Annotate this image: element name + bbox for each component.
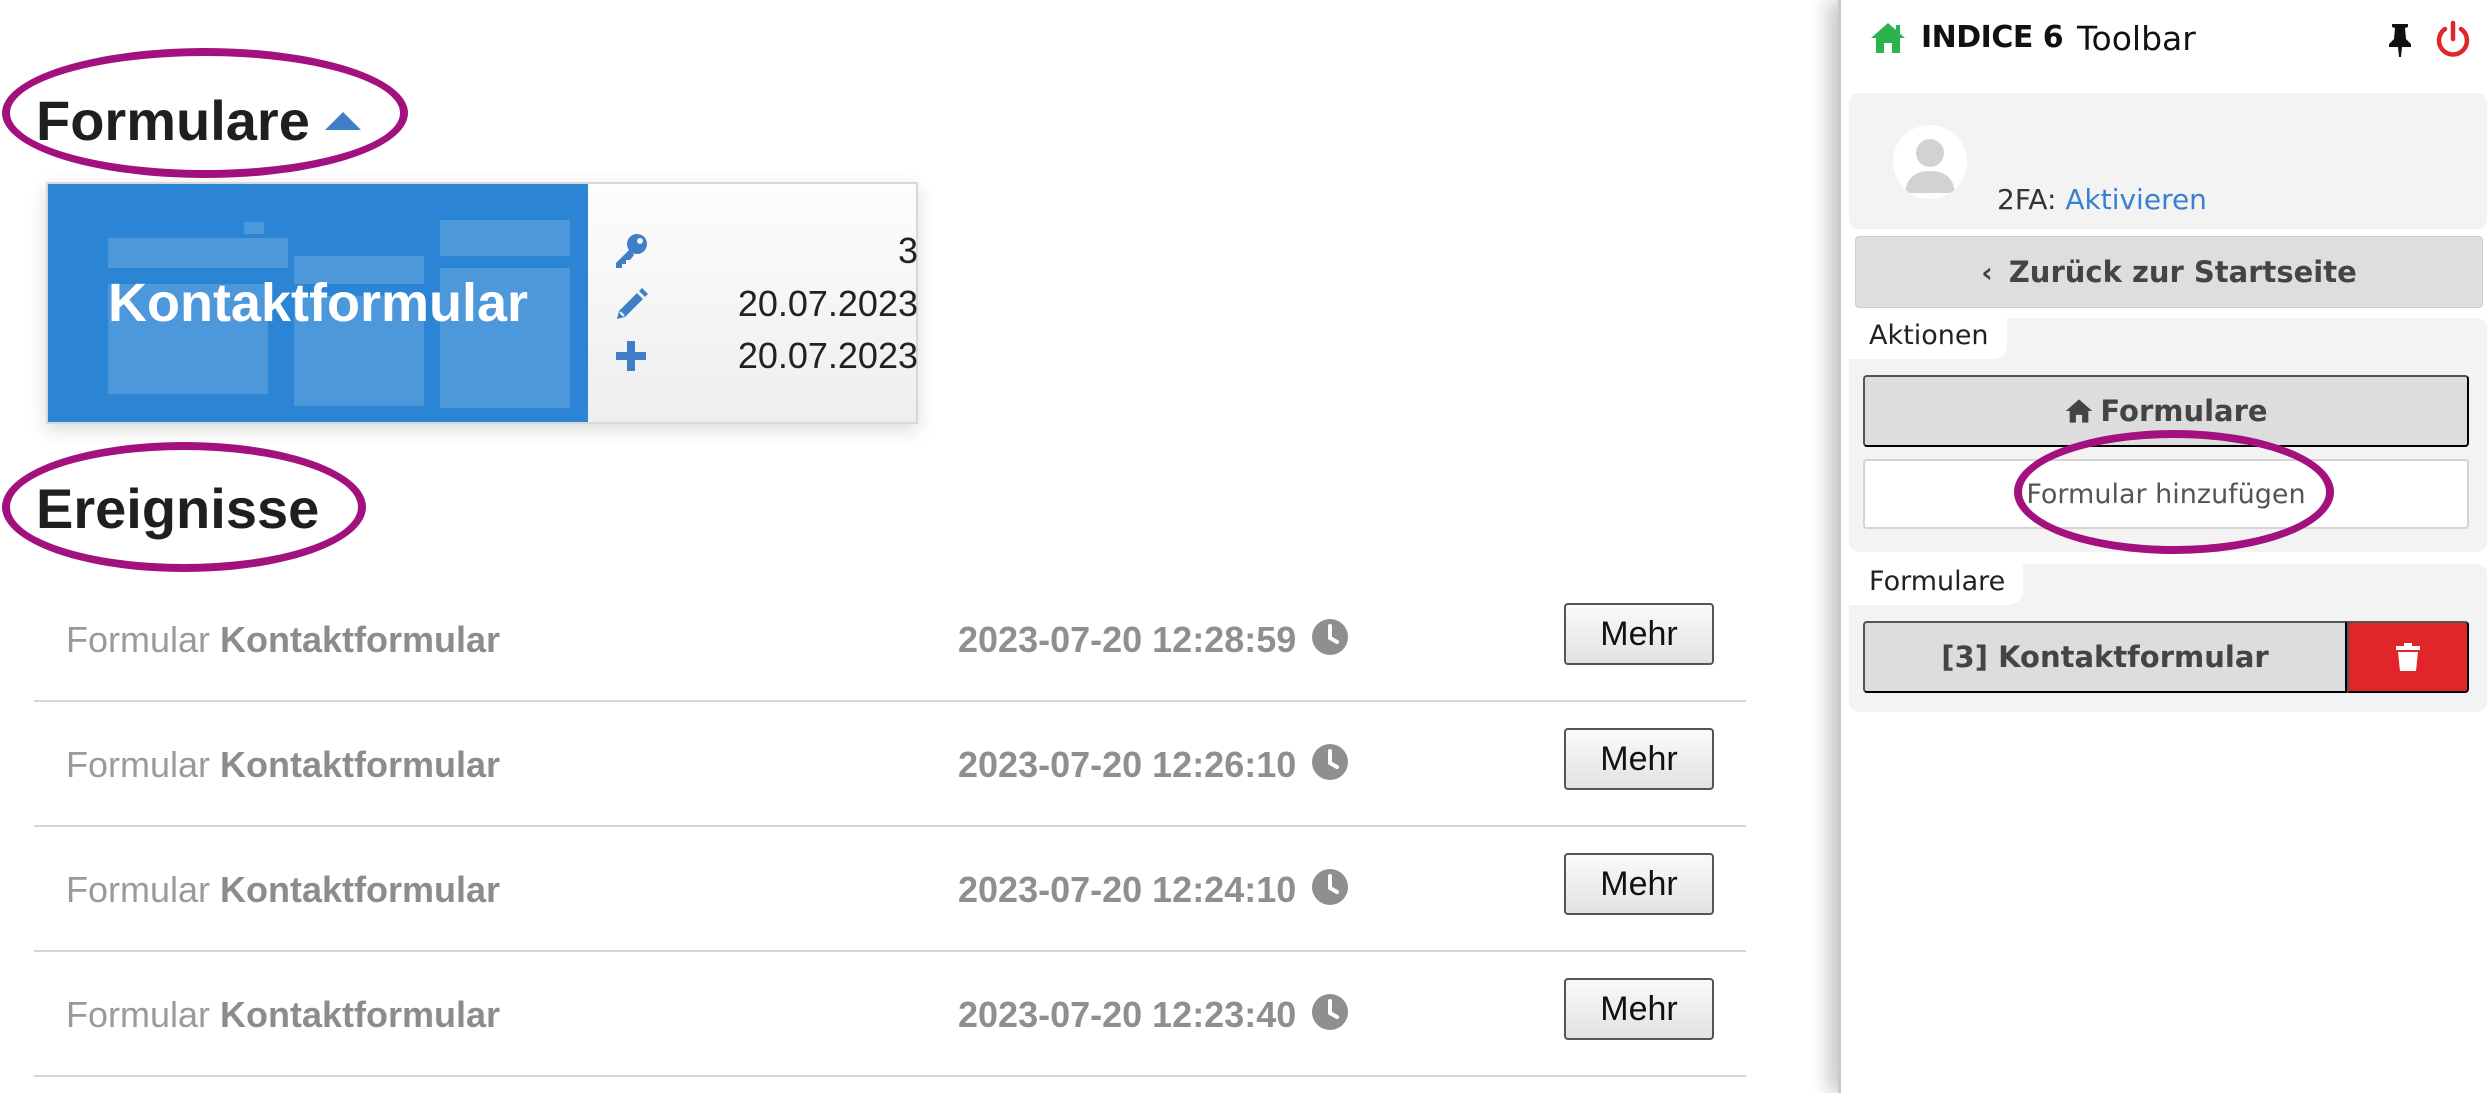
event-timestamp: 2023-07-20 12:23:40 — [958, 994, 1297, 1035]
event-row: Formular Kontaktformular 2023-07-20 12:2… — [34, 827, 1746, 952]
form-card-info: 3 20.07.2023 20.07.2023 — [608, 184, 918, 422]
form-card-title: Kontaktformular — [107, 273, 529, 333]
event-form-name: Kontaktformular — [220, 744, 501, 785]
user-silhouette-icon — [1905, 139, 1955, 193]
key-icon — [608, 228, 654, 274]
form-created-row: 20.07.2023 — [608, 331, 918, 381]
form-created-date: 20.07.2023 — [737, 335, 918, 376]
form-item-button[interactable]: [3] Kontaktformular — [1863, 621, 2347, 693]
event-row: Formular Kontaktformular 2023-07-20 12:2… — [34, 952, 1746, 1077]
back-to-start-label: Zurück zur Startseite — [2008, 255, 2357, 289]
more-button[interactable]: Mehr — [1564, 728, 1714, 790]
back-to-start-button[interactable]: ‹ Zurück zur Startseite — [1855, 236, 2483, 308]
clock-icon — [1310, 992, 1350, 1032]
form-id-row: 3 — [608, 226, 918, 276]
page: Formulare Kontaktformular 3 20.07.2023 2… — [0, 0, 2491, 1093]
event-label: Formular Kontaktformular — [66, 994, 501, 1035]
forms-action-button[interactable]: Formulare — [1863, 375, 2469, 447]
event-label: Formular Kontaktformular — [66, 744, 501, 785]
form-id-value: 3 — [897, 230, 918, 271]
form-modified-row: 20.07.2023 — [608, 279, 918, 329]
plus-icon — [608, 333, 654, 379]
events-heading: Ereignisse — [36, 477, 320, 540]
event-row: Formular Kontaktformular 2023-07-20 12:2… — [34, 702, 1746, 827]
toolbar-brand: INDICE 6 — [1921, 20, 2064, 55]
form-modified-date: 20.07.2023 — [737, 283, 918, 324]
chevron-left-icon: ‹ — [1981, 255, 1993, 289]
toolbar-header: INDICE 6 Toolbar — [1841, 0, 2491, 78]
event-timestamp: 2023-07-20 12:26:10 — [958, 744, 1297, 785]
twofa-activate-link[interactable]: Aktivieren — [2065, 183, 2207, 216]
clock-icon — [1310, 742, 1350, 782]
pin-icon[interactable] — [2383, 22, 2417, 58]
event-form-name: Kontaktformular — [220, 619, 501, 660]
clock-icon — [1310, 617, 1350, 657]
actions-section-label: Aktionen — [1849, 314, 2007, 359]
event-label: Formular Kontaktformular — [66, 619, 501, 660]
trash-icon — [2396, 643, 2420, 671]
forms-section-label: Formulare — [1849, 560, 2024, 605]
avatar[interactable] — [1893, 125, 1967, 199]
toolbar-panel: INDICE 6 Toolbar 2FA: Aktivieren ‹ Zurüc… — [1838, 0, 2491, 1093]
event-row: Formular Kontaktformular 2023-07-20 12:2… — [34, 577, 1746, 702]
more-button[interactable]: Mehr — [1564, 978, 1714, 1040]
home-icon[interactable] — [1869, 20, 1907, 56]
event-timestamp: 2023-07-20 12:24:10 — [958, 869, 1297, 910]
add-form-button[interactable]: Formular hinzufügen — [1863, 459, 2469, 529]
power-icon[interactable] — [2433, 20, 2473, 60]
pencil-icon — [608, 281, 654, 327]
more-button[interactable]: Mehr — [1564, 603, 1714, 665]
more-button[interactable]: Mehr — [1564, 853, 1714, 915]
delete-form-button[interactable] — [2347, 621, 2469, 693]
collapse-caret-icon[interactable] — [325, 112, 361, 130]
event-label: Formular Kontaktformular — [66, 869, 501, 910]
twofa-status: 2FA: Aktivieren — [1997, 183, 2207, 216]
forms-panel: Formulare [3] Kontaktformular — [1849, 560, 2487, 712]
user-panel: 2FA: Aktivieren — [1849, 93, 2487, 229]
event-timestamp: 2023-07-20 12:28:59 — [958, 619, 1297, 660]
forms-action-label: Formulare — [2100, 394, 2268, 428]
actions-panel: Aktionen Formulare Formular hinzufügen — [1849, 314, 2487, 552]
forms-heading[interactable]: Formulare — [36, 88, 310, 153]
event-form-name: Kontaktformular — [220, 994, 501, 1035]
toolbar-title: Toolbar — [2077, 19, 2196, 58]
event-form-name: Kontaktformular — [220, 869, 501, 910]
form-card[interactable]: Kontaktformular 3 20.07.2023 20.07.2023 — [46, 182, 918, 424]
form-card-thumbnail[interactable]: Kontaktformular — [48, 184, 588, 422]
home-icon — [2066, 399, 2093, 423]
clock-icon — [1310, 867, 1350, 907]
